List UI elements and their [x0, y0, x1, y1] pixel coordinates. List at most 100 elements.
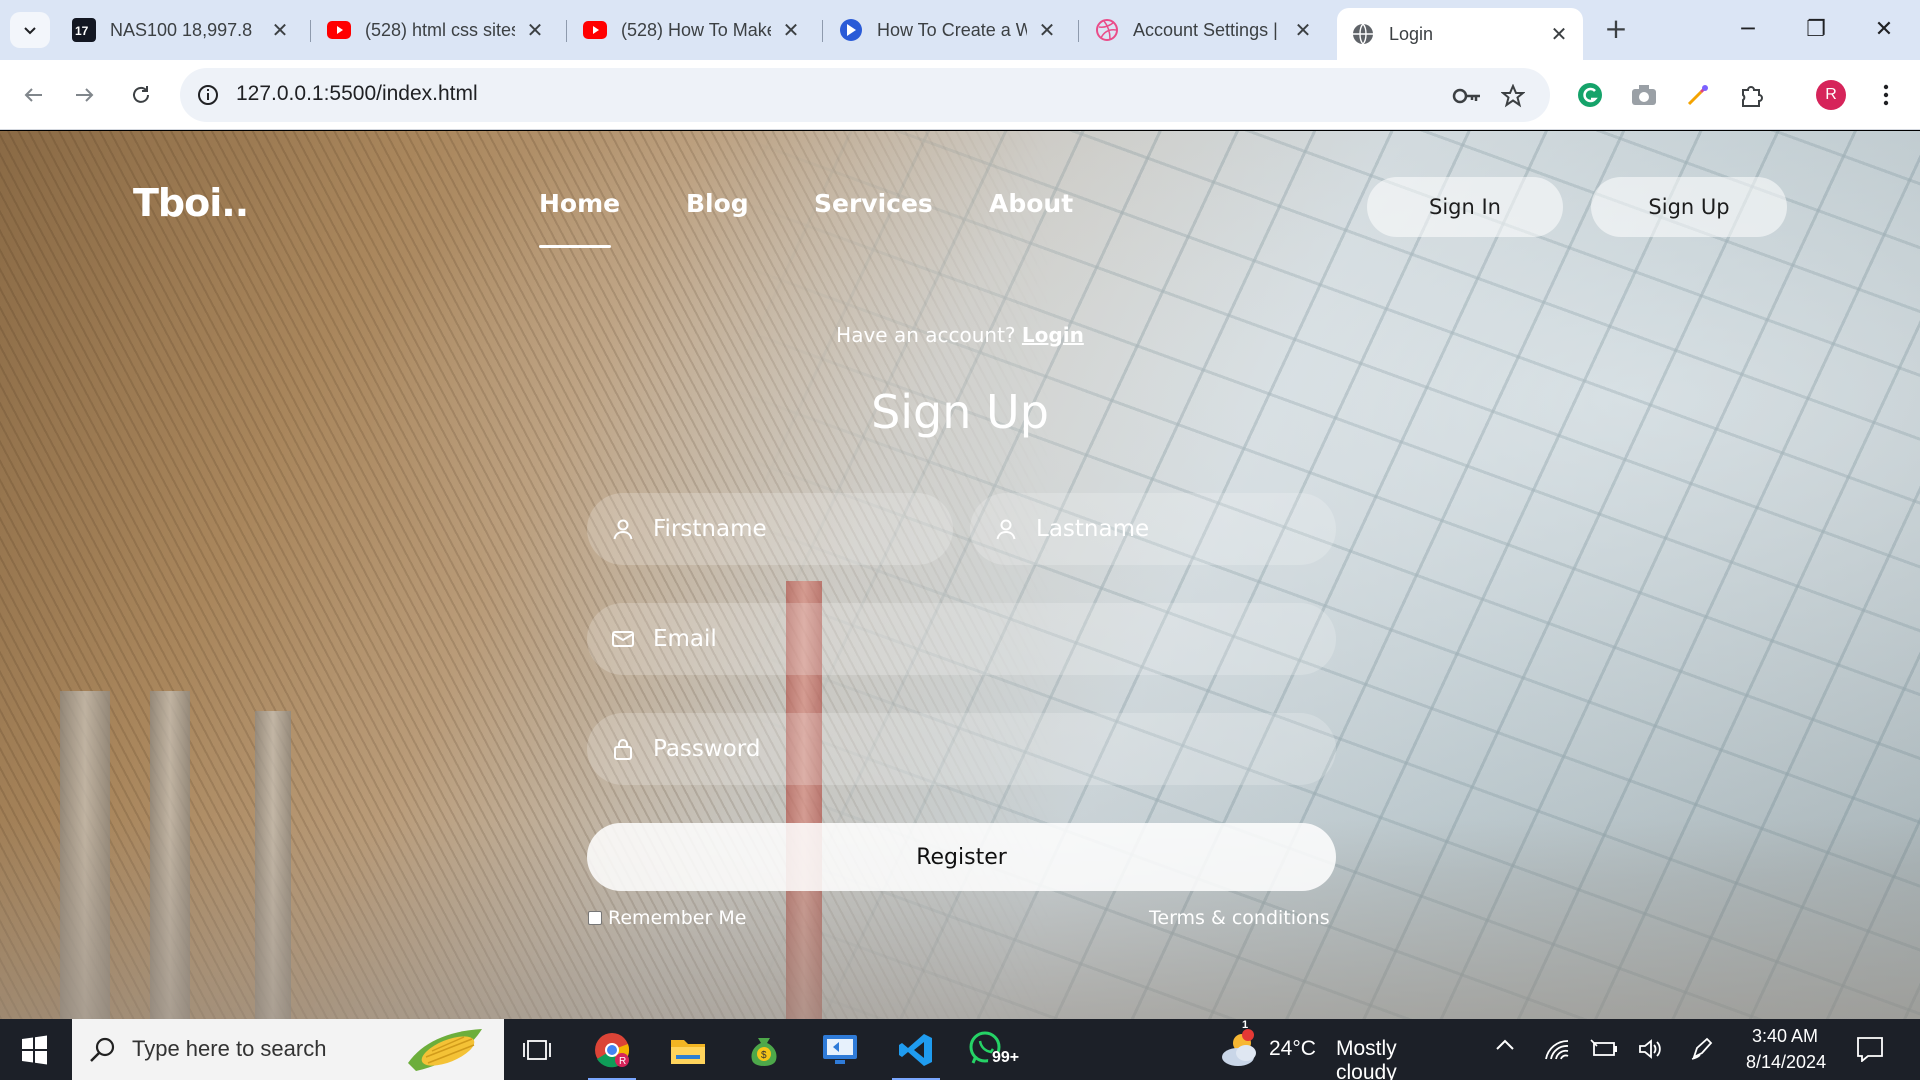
camera-icon[interactable]: [1627, 78, 1661, 112]
browser-tab[interactable]: 17 NAS100 18,997.8 ▲ ✕: [58, 8, 304, 52]
dribbble-icon: [1095, 18, 1119, 42]
taskbar-remote-desktop[interactable]: [810, 1025, 870, 1075]
tab-separator: [822, 20, 823, 42]
svg-text:R: R: [619, 1056, 626, 1067]
notification-badge: 99+: [992, 1049, 1020, 1066]
money-bag-icon: $: [751, 1038, 777, 1066]
globe-icon: [1351, 22, 1375, 46]
arrow-left-icon: [24, 88, 42, 102]
nav-blog[interactable]: Blog: [686, 189, 749, 218]
color-picker-icon[interactable]: [1681, 78, 1715, 112]
notification-center-button[interactable]: [1856, 1036, 1884, 1066]
browser-tab[interactable]: How To Create a W ✕: [825, 8, 1071, 52]
close-icon[interactable]: ✕: [781, 18, 801, 43]
site-logo[interactable]: Tboi..: [133, 181, 249, 225]
browser-tab[interactable]: (528) html css sites ✕: [313, 8, 559, 52]
firstname-field[interactable]: [587, 493, 953, 565]
lock-icon: [614, 739, 632, 760]
remember-label: Remember Me: [608, 907, 747, 929]
password-input[interactable]: [653, 713, 1312, 785]
weather-alert-badge: 1: [1242, 1019, 1249, 1031]
forward-button[interactable]: [66, 76, 104, 114]
site-info-icon[interactable]: [194, 81, 222, 109]
windows-start-icon[interactable]: [14, 1033, 54, 1067]
reload-button[interactable]: [122, 76, 160, 114]
volume-button[interactable]: [1638, 1037, 1664, 1065]
password-key-icon[interactable]: [1452, 81, 1482, 111]
clock[interactable]: 3:40 AM 8/14/2024: [1738, 1019, 1838, 1080]
browser-tab[interactable]: (528) How To Make ✕: [569, 8, 815, 52]
extensions-puzzle-icon[interactable]: [1735, 78, 1769, 112]
close-icon[interactable]: ✕: [1549, 22, 1569, 47]
tab-separator: [310, 20, 311, 42]
lastname-field[interactable]: [970, 493, 1336, 565]
taskbar-whatsapp[interactable]: 99+: [962, 1025, 1022, 1075]
profile-avatar[interactable]: R: [1814, 78, 1848, 112]
close-icon[interactable]: ✕: [270, 18, 290, 43]
notification-icon: [1857, 1037, 1883, 1063]
nav-services[interactable]: Services: [814, 189, 933, 218]
tab-label: Login: [1389, 23, 1434, 44]
search-placeholder: Type here to search: [132, 1036, 327, 1061]
battery-icon: [1590, 1039, 1617, 1056]
register-button[interactable]: Register: [587, 823, 1336, 891]
taskbar-vscode[interactable]: [886, 1025, 946, 1080]
minimize-button[interactable]: ─: [1718, 10, 1778, 50]
close-icon[interactable]: ✕: [1037, 18, 1057, 43]
taskbar-search[interactable]: Type here to search: [72, 1019, 504, 1080]
tab-search-button[interactable]: [10, 12, 50, 48]
email-field[interactable]: [587, 603, 1336, 675]
grammarly-icon[interactable]: [1573, 78, 1607, 112]
taskbar-file-explorer[interactable]: [658, 1025, 718, 1075]
bing-copilot-icon: [839, 18, 863, 42]
clock-time: 3:40 AM: [1752, 1026, 1819, 1046]
pen-menu-button[interactable]: [1690, 1037, 1714, 1065]
task-view-icon: [523, 1040, 551, 1060]
taskbar-money-app[interactable]: $: [734, 1025, 794, 1075]
tab-label: How To Create a W: [877, 19, 1027, 40]
remember-me[interactable]: Remember Me: [588, 907, 746, 929]
nav-home[interactable]: Home: [539, 189, 620, 218]
weather-desc: Mostly cloudy: [1336, 1037, 1397, 1080]
sign-in-button[interactable]: Sign In: [1367, 177, 1563, 237]
battery-button[interactable]: [1590, 1039, 1618, 1063]
terms-link[interactable]: Terms & conditions: [1149, 907, 1330, 929]
taskbar-chrome[interactable]: R: [582, 1025, 642, 1080]
tab-label: NAS100 18,997.8 ▲: [110, 19, 260, 40]
sign-up-button[interactable]: Sign Up: [1591, 177, 1787, 237]
bookmark-star-icon[interactable]: [1498, 81, 1528, 111]
folder-icon: [671, 1040, 705, 1064]
network-button[interactable]: [1544, 1037, 1570, 1065]
nav-active-indicator: [539, 245, 611, 248]
back-button[interactable]: [14, 76, 52, 114]
restore-button[interactable]: ❐: [1786, 10, 1846, 50]
close-icon[interactable]: ✕: [1293, 18, 1313, 43]
have-account-label: Have an account?: [836, 323, 1016, 347]
chrome-menu-button[interactable]: [1869, 78, 1903, 112]
chevron-down-icon: [24, 27, 36, 35]
reload-icon: [133, 86, 149, 103]
task-view-button[interactable]: [508, 1025, 568, 1075]
partly-cloudy-icon: [1222, 1029, 1256, 1066]
lastname-input[interactable]: [1036, 493, 1312, 565]
login-link[interactable]: Login: [1022, 323, 1084, 347]
remember-checkbox[interactable]: [588, 911, 602, 925]
email-input[interactable]: [653, 603, 1312, 675]
user-icon: [996, 519, 1016, 540]
browser-tab-active[interactable]: Login ✕: [1337, 8, 1583, 60]
close-icon[interactable]: ✕: [525, 18, 545, 43]
form-title: Sign Up: [871, 385, 1049, 439]
youtube-icon: [327, 18, 351, 42]
firstname-input[interactable]: [653, 493, 929, 565]
close-window-button[interactable]: ✕: [1854, 10, 1914, 50]
url-text[interactable]: 127.0.0.1:5500/index.html: [236, 82, 478, 106]
new-tab-button[interactable]: +: [1598, 12, 1634, 48]
weather-widget[interactable]: 1 24°C Mostly cloudy: [1218, 1019, 1458, 1080]
browser-tab[interactable]: Account Settings | ✕: [1081, 8, 1327, 52]
chrome-icon: R: [595, 1033, 630, 1068]
password-field[interactable]: [587, 713, 1336, 785]
nav-about[interactable]: About: [989, 189, 1073, 218]
show-hidden-icons-button[interactable]: [1494, 1037, 1516, 1057]
chevron-up-icon: [1496, 1039, 1514, 1050]
address-bar[interactable]: 127.0.0.1:5500/index.html: [180, 68, 1550, 122]
